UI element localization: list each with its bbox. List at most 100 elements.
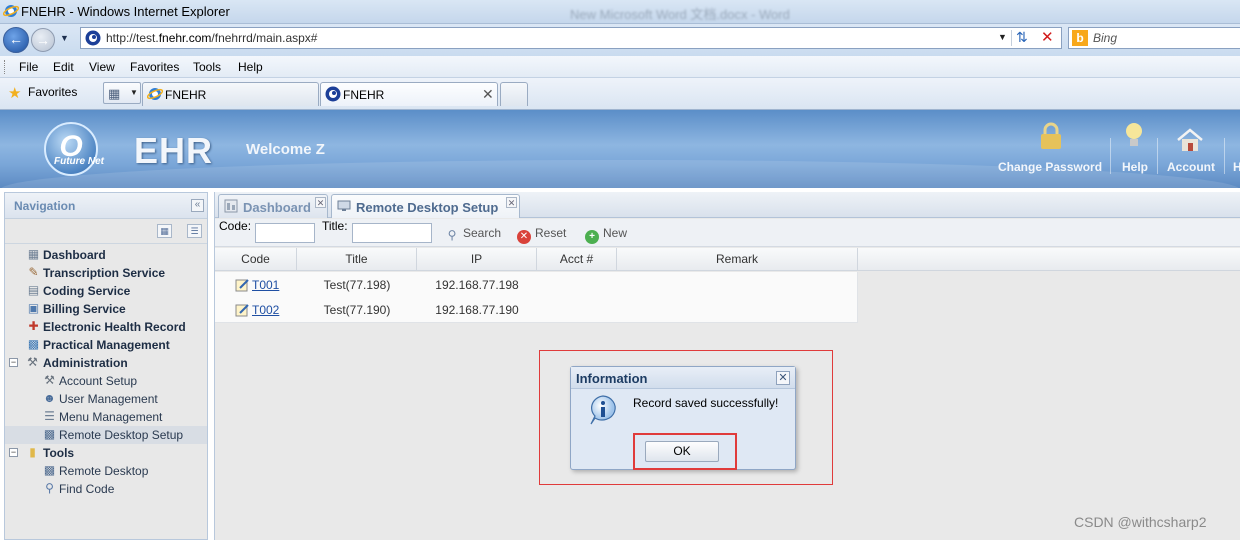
nav-item-find-code[interactable]: ⚲ Find Code: [5, 480, 207, 498]
title-input[interactable]: [352, 223, 432, 243]
browser-tab[interactable]: FNEHR: [142, 82, 319, 106]
table-row[interactable]: T001 Test(77.198) 192.168.77.198: [215, 272, 858, 298]
menu-help[interactable]: Help: [238, 60, 263, 74]
navigation-title: Navigation: [14, 199, 76, 213]
code-link[interactable]: T001: [252, 278, 279, 292]
address-bar[interactable]: http://test.fnehr.com/fnehrrd/main.aspx#…: [80, 27, 1062, 49]
menu-tools[interactable]: Tools: [193, 60, 221, 74]
cell-remark: [617, 297, 858, 323]
welcome-text: Welcome Z: [246, 141, 325, 158]
cell-title: Test(77.190): [323, 303, 391, 317]
back-button[interactable]: ←: [3, 27, 29, 53]
nav-item-billing[interactable]: ▣ Billing Service: [5, 300, 207, 318]
bing-logo-icon: b: [1072, 30, 1088, 46]
cell-code[interactable]: T001: [215, 272, 297, 298]
company-logo: O: [44, 122, 98, 176]
column-header-remark[interactable]: Remark: [617, 248, 858, 271]
nav-item-menu-management[interactable]: ☰ Menu Management: [5, 408, 207, 426]
lock-icon[interactable]: [1040, 122, 1062, 150]
forward-arrow-icon: →: [36, 32, 50, 48]
cell-code[interactable]: T002: [215, 297, 297, 323]
search-button[interactable]: ⚲ Search: [445, 226, 501, 242]
code-link[interactable]: T002: [252, 303, 279, 317]
nav-item-health-record[interactable]: ✚ Electronic Health Record: [5, 318, 207, 336]
reset-icon: ✕: [517, 230, 531, 244]
forward-button[interactable]: →: [31, 28, 55, 52]
header-action-truncated[interactable]: H: [1233, 160, 1240, 174]
new-button[interactable]: + New: [585, 226, 627, 244]
menu-favorites[interactable]: Favorites: [130, 60, 179, 74]
collapse-panel-icon[interactable]: «: [191, 199, 204, 212]
table-row[interactable]: T002 Test(77.190) 192.168.77.190: [215, 297, 858, 323]
code-input[interactable]: [255, 223, 315, 243]
code-label: Code:: [219, 219, 252, 233]
collapse-all-icon[interactable]: ☰: [187, 224, 202, 238]
transcription-icon: ✎: [28, 265, 39, 279]
ie-logo-icon: [3, 5, 19, 17]
nav-item-remote-desktop[interactable]: ▩ Remote Desktop: [5, 462, 207, 480]
info-icon: [590, 395, 616, 425]
column-header-ip[interactable]: IP: [417, 248, 537, 271]
favorites-button[interactable]: Favorites: [28, 85, 77, 99]
column-header-code[interactable]: Code: [215, 248, 297, 271]
nav-item-practical-management[interactable]: ▩ Practical Management: [5, 336, 207, 354]
browser-tab-label: FNEHR: [343, 88, 385, 102]
nav-item-transcription[interactable]: ✎ Transcription Service: [5, 264, 207, 282]
billing-icon: ▣: [27, 301, 40, 315]
chart-icon: ▩: [27, 337, 40, 351]
tab-remote-desktop-setup[interactable]: Remote Desktop Setup ✕: [331, 194, 520, 218]
reset-button[interactable]: ✕ Reset: [517, 226, 566, 244]
menu-grip: [4, 60, 7, 74]
favorites-star-icon[interactable]: ★: [8, 84, 21, 102]
quick-tabs-button[interactable]: ▦ ▼: [103, 82, 141, 104]
nav-item-remote-desktop-setup[interactable]: ▩ Remote Desktop Setup: [5, 426, 207, 444]
nav-item-user-management[interactable]: ☻ User Management: [5, 390, 207, 408]
collapse-toggle-icon[interactable]: −: [9, 448, 18, 457]
nav-item-coding[interactable]: ▤ Coding Service: [5, 282, 207, 300]
health-record-icon: ✚: [28, 319, 39, 333]
expand-all-icon[interactable]: ▦: [157, 224, 172, 238]
quick-tabs-dropdown-icon[interactable]: ▼: [130, 88, 138, 97]
menu-file[interactable]: File: [19, 60, 38, 74]
stop-icon[interactable]: ✕: [1041, 28, 1054, 46]
close-tab-icon[interactable]: ✕: [315, 197, 326, 208]
brand-title: EHR: [134, 130, 214, 171]
nav-item-account-setup[interactable]: ⚒ Account Setup: [5, 372, 207, 390]
help-link[interactable]: Help: [1122, 160, 1148, 174]
nav-item-dashboard[interactable]: ▦ Dashboard: [5, 246, 207, 264]
watermark: CSDN @withcsharp2: [1074, 514, 1207, 530]
address-dropdown-icon[interactable]: ▼: [998, 32, 1007, 42]
nav-item-administration[interactable]: − ⚒ Administration: [5, 354, 207, 372]
search-box[interactable]: b Bing: [1068, 27, 1240, 49]
browser-tab-active[interactable]: FNEHR ✕: [320, 82, 498, 106]
tools-icon: ⚒: [27, 355, 38, 369]
column-header-acct[interactable]: Acct #: [537, 248, 617, 271]
menu-view[interactable]: View: [89, 60, 115, 74]
navigation-header: Navigation «: [5, 193, 207, 219]
close-tab-icon[interactable]: ✕: [482, 86, 494, 103]
dialog-message: Record saved successfully!: [633, 396, 779, 410]
close-icon[interactable]: ✕: [776, 371, 790, 385]
address-url: http://test.fnehr.com/fnehrrd/main.aspx#: [106, 31, 318, 45]
change-password-link[interactable]: Change Password: [998, 160, 1102, 174]
menu-edit[interactable]: Edit: [53, 60, 74, 74]
new-tab-button[interactable]: [500, 82, 528, 106]
account-link[interactable]: Account: [1167, 160, 1215, 174]
nav-item-tools[interactable]: − ▮ Tools: [5, 444, 207, 462]
address-toolbar: ← → ▼ http://test.fnehr.com/fnehrrd/main…: [0, 24, 1240, 56]
lightbulb-icon[interactable]: [1124, 122, 1144, 150]
ok-button[interactable]: OK: [645, 441, 719, 462]
refresh-icon[interactable]: ⇅: [1016, 29, 1028, 46]
history-dropdown-icon[interactable]: ▼: [60, 33, 69, 43]
ie-page-icon: [147, 88, 163, 100]
tab-dashboard[interactable]: Dashboard ✕: [218, 194, 328, 218]
title-label: Title:: [322, 219, 348, 233]
dashboard-icon: [224, 199, 238, 213]
cell-acct: [537, 272, 617, 298]
house-icon[interactable]: [1176, 128, 1204, 152]
close-tab-icon[interactable]: ✕: [506, 197, 517, 208]
column-header-title[interactable]: Title: [297, 248, 417, 271]
cell-ip: 192.168.77.198: [435, 278, 519, 292]
dialog-header: Information ✕: [571, 367, 795, 389]
collapse-toggle-icon[interactable]: −: [9, 358, 18, 367]
